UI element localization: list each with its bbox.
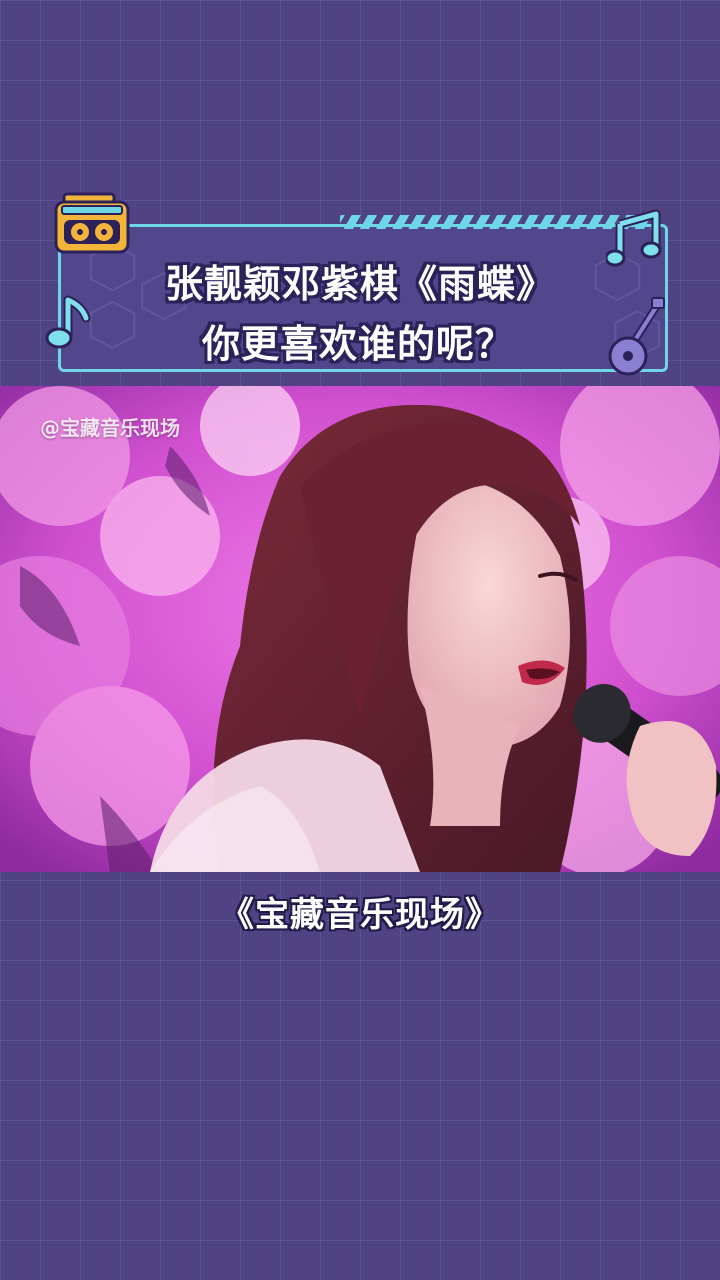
watermark: @宝藏音乐现场 (40, 416, 180, 440)
guitar-icon (608, 297, 665, 376)
concert-scene (0, 386, 720, 872)
music-note-icon (45, 295, 91, 349)
radio-icon (54, 192, 130, 254)
music-note-icon (606, 209, 662, 267)
video-frame[interactable] (0, 386, 720, 872)
show-title: 《宝藏音乐现场》 (220, 895, 500, 935)
